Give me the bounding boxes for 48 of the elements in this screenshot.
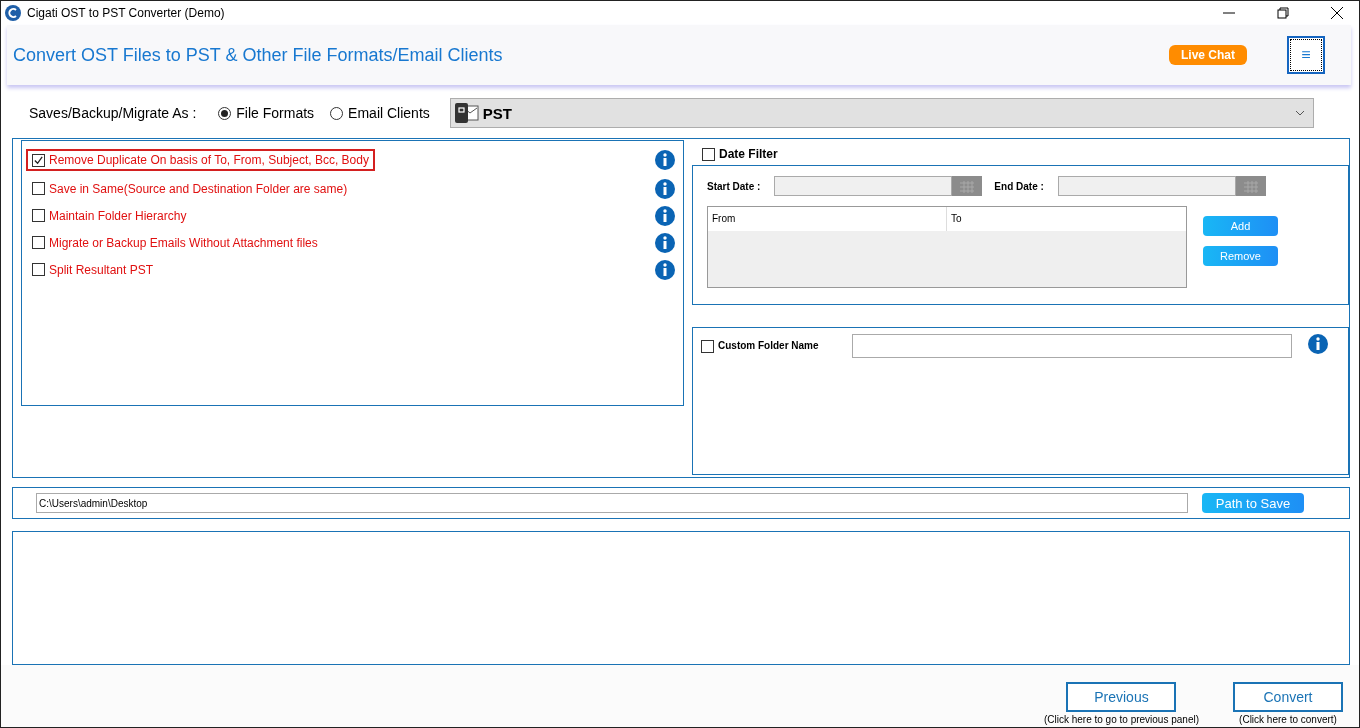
start-date-label: Start Date : xyxy=(707,180,761,192)
info-icon[interactable] xyxy=(655,150,675,170)
footer-button[interactable]: Previous xyxy=(1066,682,1177,712)
option-label[interactable]: Migrate or Backup Emails Without Attachment files xyxy=(49,235,318,250)
chevron-down-icon xyxy=(1294,110,1305,116)
option-label[interactable]: Maintain Folder Hierarchy xyxy=(49,208,187,223)
option-label[interactable]: Remove Duplicate On basis of To, From, Subject, Bcc, Body xyxy=(49,153,369,167)
footer-button[interactable]: Convert xyxy=(1233,682,1343,712)
menu-button[interactable]: ≡ xyxy=(1287,36,1325,74)
checkbox[interactable] xyxy=(701,340,714,353)
button-hint: (Click here to go to previous panel) xyxy=(1043,714,1199,725)
radio-label[interactable]: Email Clients xyxy=(348,105,430,121)
checkbox[interactable] xyxy=(32,236,45,249)
column-header: To xyxy=(950,212,963,226)
column-header: From xyxy=(708,207,947,231)
end-date-label: End Date : xyxy=(994,180,1044,192)
app-logo-icon xyxy=(5,5,21,21)
close-icon[interactable] xyxy=(1331,7,1343,19)
button-hint: (Click here to convert) xyxy=(1239,714,1337,725)
date-range-button[interactable]: Add xyxy=(1203,216,1278,236)
calendar-icon[interactable] xyxy=(952,176,983,196)
restore-icon[interactable] xyxy=(1277,7,1289,19)
format-dropdown[interactable]: PST xyxy=(449,98,1314,128)
option-label[interactable]: Save in Same(Source and Destination Folder are same) xyxy=(49,181,348,196)
folder-name-field[interactable] xyxy=(852,334,1292,358)
date-filter-label[interactable]: Date Filter xyxy=(719,147,778,161)
checkbox[interactable] xyxy=(32,209,45,222)
radio-label[interactable]: File Formats xyxy=(236,105,315,121)
start-date-field[interactable] xyxy=(774,176,953,196)
option-label[interactable]: Split Resultant PST xyxy=(49,262,154,277)
info-icon[interactable] xyxy=(655,232,675,253)
info-icon[interactable] xyxy=(655,205,675,226)
path-field[interactable]: C:\Users\admin\Desktop xyxy=(36,493,1188,513)
end-date-field[interactable] xyxy=(1057,176,1236,196)
date-range-button[interactable]: Remove xyxy=(1203,246,1278,266)
window-title: Cigati OST to PST Converter (Demo) xyxy=(27,6,225,20)
info-icon[interactable] xyxy=(1308,334,1328,354)
checkbox[interactable] xyxy=(32,182,45,195)
checkbox[interactable] xyxy=(702,147,715,161)
save-as-label: Saves/Backup/Migrate As : xyxy=(29,105,197,121)
info-icon[interactable] xyxy=(655,178,675,199)
page-title: Convert OST Files to PST & Other File Formats/Email Clients xyxy=(13,44,503,66)
pst-file-icon xyxy=(454,102,479,124)
path-to-save-button[interactable]: Path to Save xyxy=(1202,493,1304,513)
checkbox[interactable] xyxy=(32,263,45,276)
custom-folder-label[interactable]: Custom Folder Name xyxy=(718,340,848,351)
info-icon[interactable] xyxy=(655,259,675,280)
checkbox[interactable] xyxy=(32,153,45,167)
